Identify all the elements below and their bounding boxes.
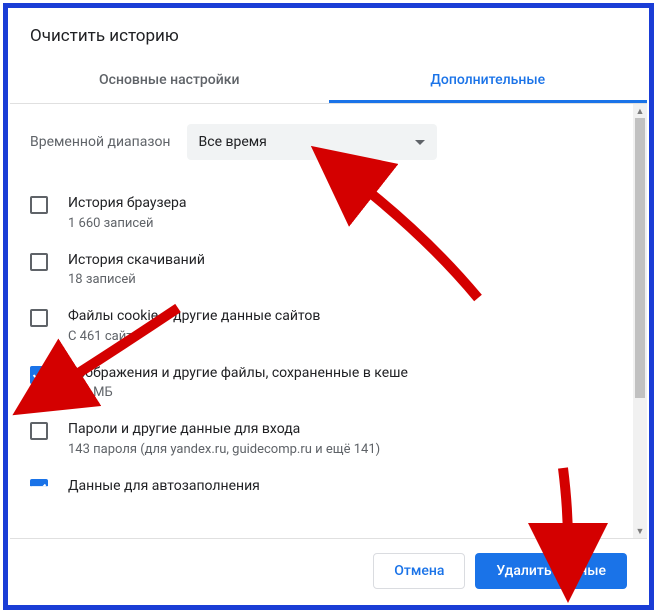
list-item: История браузера 1 660 записей: [30, 184, 613, 241]
clear-data-button[interactable]: Удалить данные: [475, 553, 627, 589]
list-item: История скачиваний 18 записей: [30, 241, 613, 298]
list-item: Изображения и другие файлы, сохраненные …: [30, 354, 613, 411]
item-title: Изображения и другие файлы, сохраненные …: [68, 364, 613, 384]
checkbox-passwords[interactable]: [30, 422, 48, 440]
list-item: Данные для автозаполнения: [30, 467, 613, 507]
dialog-title: Очистить историю: [10, 10, 647, 58]
tab-advanced[interactable]: Дополнительные: [329, 58, 648, 103]
chevron-down-icon: [415, 140, 425, 145]
dialog-footer: Отмена Удалить данные: [10, 538, 647, 603]
tabs: Основные настройки Дополнительные: [10, 58, 647, 104]
clear-history-dialog: Очистить историю Основные настройки Допо…: [10, 10, 647, 603]
item-sub: С 461 сайта: [68, 329, 613, 344]
item-title: История скачиваний: [68, 251, 613, 271]
checkbox-cookies[interactable]: [30, 309, 48, 327]
tab-basic[interactable]: Основные настройки: [10, 58, 329, 103]
item-title: Пароли и другие данные для входа: [68, 420, 613, 440]
item-title: Данные для автозаполнения: [68, 477, 613, 497]
list-item: Пароли и другие данные для входа 143 пар…: [30, 410, 613, 467]
item-sub: 143 пароля (для yandex.ru, guidecomp.ru …: [68, 442, 613, 457]
scroll-up-icon[interactable]: ▲: [633, 104, 647, 118]
cancel-button[interactable]: Отмена: [373, 553, 465, 589]
item-sub: 1 660 записей: [68, 216, 613, 231]
scroll-down-icon[interactable]: ▼: [633, 524, 647, 538]
item-sub: 319 МБ: [68, 385, 613, 400]
time-range-value: Все время: [199, 134, 267, 150]
item-title: Файлы cookie и другие данные сайтов: [68, 307, 613, 327]
item-title: История браузера: [68, 194, 613, 214]
checkbox-download-history[interactable]: [30, 253, 48, 271]
scrollbar-thumb[interactable]: [635, 118, 645, 398]
scrollbar[interactable]: ▲ ▼: [633, 104, 647, 538]
time-range-label: Временной диапазон: [30, 134, 171, 150]
item-sub: 18 записей: [68, 272, 613, 287]
options-scroll: Временной диапазон Все время История бра…: [10, 104, 633, 538]
checkbox-autofill[interactable]: [30, 479, 48, 497]
list-item: Файлы cookie и другие данные сайтов С 46…: [30, 297, 613, 354]
checkbox-browser-history[interactable]: [30, 196, 48, 214]
checkbox-cached-images[interactable]: [30, 366, 48, 384]
time-range-select[interactable]: Все время: [187, 124, 437, 160]
